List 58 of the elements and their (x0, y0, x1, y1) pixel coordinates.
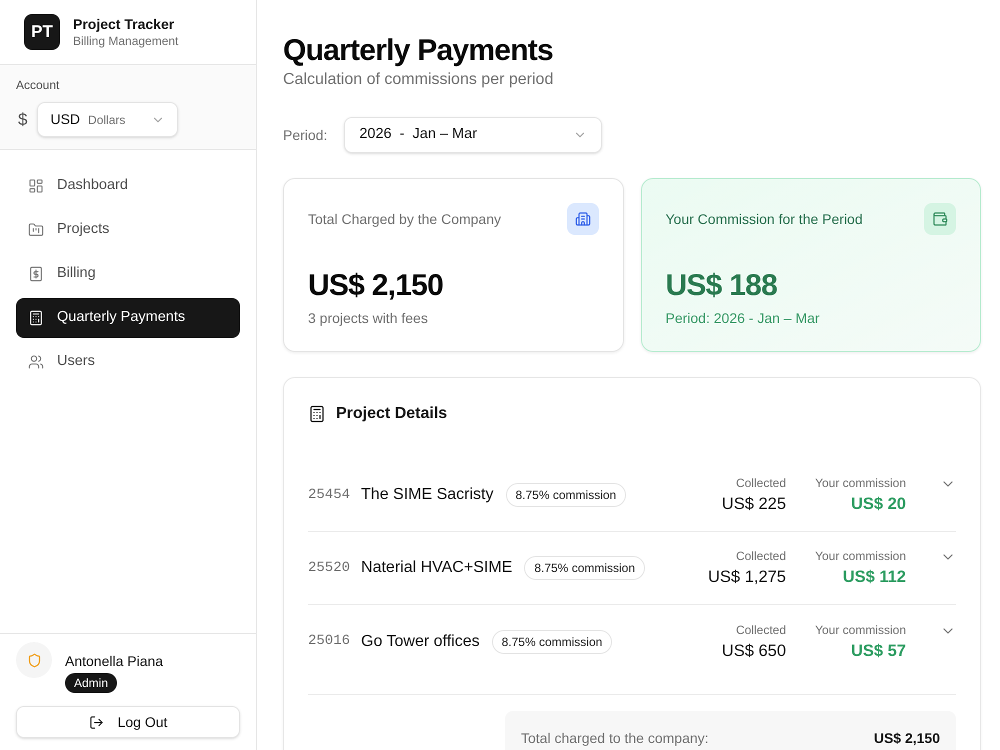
grid-icon (28, 178, 44, 194)
project-name: Go Tower offices (361, 632, 480, 652)
sidebar-nav-item[interactable]: Dashboard (16, 166, 240, 206)
commission-amount: US$ 20 (850, 494, 906, 515)
user-name: Antonella Piana (65, 652, 164, 670)
collected-label: Collected (736, 622, 786, 638)
currency-symbol: $ (18, 110, 28, 130)
total-label: Total charged to the company: (521, 729, 709, 748)
collected-label: Collected (736, 475, 786, 491)
collected-label: Collected (736, 548, 786, 564)
project-name: Naterial HVAC+SIME (361, 558, 512, 578)
sidebar-nav-item[interactable]: Quarterly Payments (16, 298, 240, 338)
project-code: 25454 (308, 486, 350, 504)
card-title: Your Commission for the Period (666, 210, 863, 228)
commission-badge: 8.75% commission (492, 630, 612, 654)
app-name: Project Tracker (73, 15, 176, 33)
commission-label: Your commission (815, 548, 906, 564)
calculator-icon (308, 405, 326, 423)
commission-badge: 8.75% commission (524, 556, 646, 580)
sidebar-nav-item[interactable]: Projects (16, 210, 240, 250)
commission-label: Your commission (815, 622, 906, 638)
period-select[interactable]: 2026 - Jan – Mar (344, 117, 602, 153)
logout-icon (88, 714, 104, 730)
commission-badge: 8.75% commission (506, 483, 626, 507)
commission-amount: US$ 112 (842, 567, 906, 588)
card-value: US$ 188 (666, 268, 778, 304)
card-value: US$ 2,150 (308, 268, 444, 304)
card-note: Period: 2026 - Jan – Mar (666, 309, 821, 328)
calculator-icon (28, 310, 44, 326)
currency-select[interactable]: USD Dollars (37, 102, 178, 137)
section-title: Project Details (336, 404, 448, 424)
total-value: US$ 2,150 (874, 729, 940, 748)
avatar-shield-icon (16, 642, 52, 678)
project-code: 25520 (308, 558, 350, 578)
folder-icon (28, 222, 44, 238)
card-note: 3 projects with fees (308, 309, 429, 328)
sidebar-nav-item[interactable]: Users (16, 342, 240, 382)
users-icon (28, 354, 44, 370)
project-code: 25016 (308, 632, 350, 651)
building-icon (566, 203, 598, 235)
dollar-document-icon (28, 266, 44, 282)
wallet-icon (924, 203, 956, 235)
period-label: Period: (283, 126, 328, 144)
commission-amount: US$ 57 (850, 640, 906, 662)
project-name: The SIME Sacristy (361, 485, 494, 505)
collected-amount: US$ 650 (722, 640, 786, 662)
page-title: Quarterly Payments (283, 33, 554, 69)
logo: PT (24, 14, 60, 50)
app-subtitle: Billing Management (73, 33, 178, 49)
commission-label: Your commission (815, 475, 906, 491)
account-label: Account (16, 77, 60, 93)
card-title: Total Charged by the Company (308, 210, 501, 229)
collected-amount: US$ 225 (722, 494, 786, 515)
page-subtitle: Calculation of commissions per period (283, 70, 554, 90)
logout-button[interactable]: Log Out (16, 706, 240, 738)
role-badge: Admin (65, 673, 118, 693)
collected-amount: US$ 1,275 (708, 567, 786, 588)
sidebar-nav-item[interactable]: Billing (16, 254, 240, 294)
